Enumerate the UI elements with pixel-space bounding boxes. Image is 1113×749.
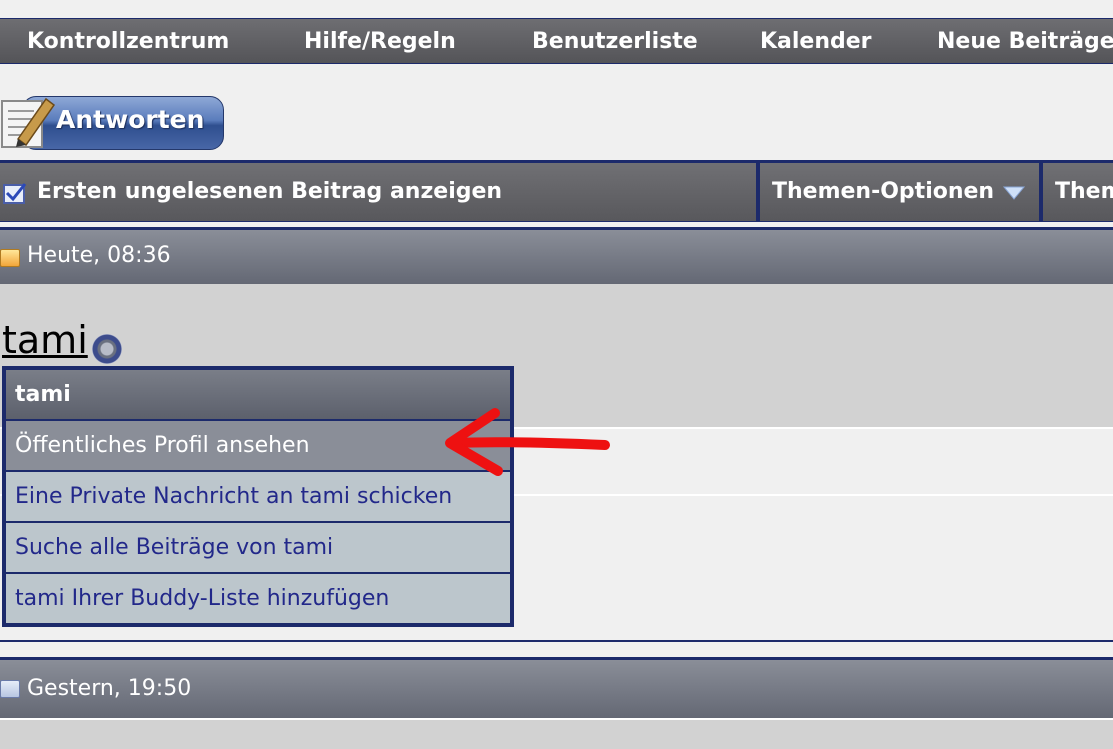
nav-item-new-posts[interactable]: Neue Beiträge [937, 19, 1113, 63]
post-bottom-border [0, 640, 1113, 642]
chevron-down-icon [1002, 186, 1026, 200]
popup-title: tami [6, 370, 510, 419]
post-header: Heute, 08:36 [0, 227, 1113, 284]
add-buddy-item[interactable]: tami Ihrer Buddy-Liste hinzufügen [6, 574, 510, 623]
username-link[interactable]: tami [2, 318, 88, 362]
nav-item-control-panel[interactable]: Kontrollzentrum [27, 19, 229, 63]
nav-item-calendar[interactable]: Kalender [760, 19, 872, 63]
reply-button-label: Antworten [56, 105, 205, 134]
post-date-2: Gestern, 19:50 [27, 676, 192, 701]
post-new-icon [0, 249, 20, 267]
thread-display-label: Them [1055, 179, 1113, 204]
checkbox-icon [3, 183, 27, 204]
search-posts-item[interactable]: Suche alle Beiträge von tami [6, 523, 510, 572]
annotation-arrow-icon [445, 408, 610, 476]
document-pen-icon [1, 97, 56, 148]
first-unread-label: Ersten ungelesenen Beitrag anzeigen [37, 179, 503, 204]
user-popup-menu: tami Öffentliches Profil ansehen Eine Pr… [2, 366, 514, 627]
post-date: Heute, 08:36 [27, 243, 171, 268]
top-navbar: Kontrollzentrum Hilfe/Regeln Benutzerlis… [0, 18, 1113, 64]
thread-options-menu[interactable]: Themen-Optionen [760, 163, 1039, 221]
post-userinfo-2 [0, 718, 1113, 749]
view-public-profile-item[interactable]: Öffentliches Profil ansehen [6, 421, 510, 470]
thread-options-label: Themen-Optionen [772, 179, 995, 204]
offline-status-icon [92, 334, 122, 364]
send-private-message-item[interactable]: Eine Private Nachricht an tami schicken [6, 472, 510, 521]
nav-item-help-rules[interactable]: Hilfe/Regeln [304, 19, 456, 63]
nav-item-member-list[interactable]: Benutzerliste [532, 19, 698, 63]
post-old-icon [0, 680, 20, 698]
first-unread-link[interactable]: Ersten ungelesenen Beitrag anzeigen [0, 163, 756, 221]
thread-toolbar: Ersten ungelesenen Beitrag anzeigen Them… [0, 160, 1113, 222]
post-header-2: Gestern, 19:50 [0, 657, 1113, 718]
thread-display-menu[interactable]: Them [1043, 163, 1113, 221]
reply-button[interactable]: Antworten [0, 95, 226, 151]
